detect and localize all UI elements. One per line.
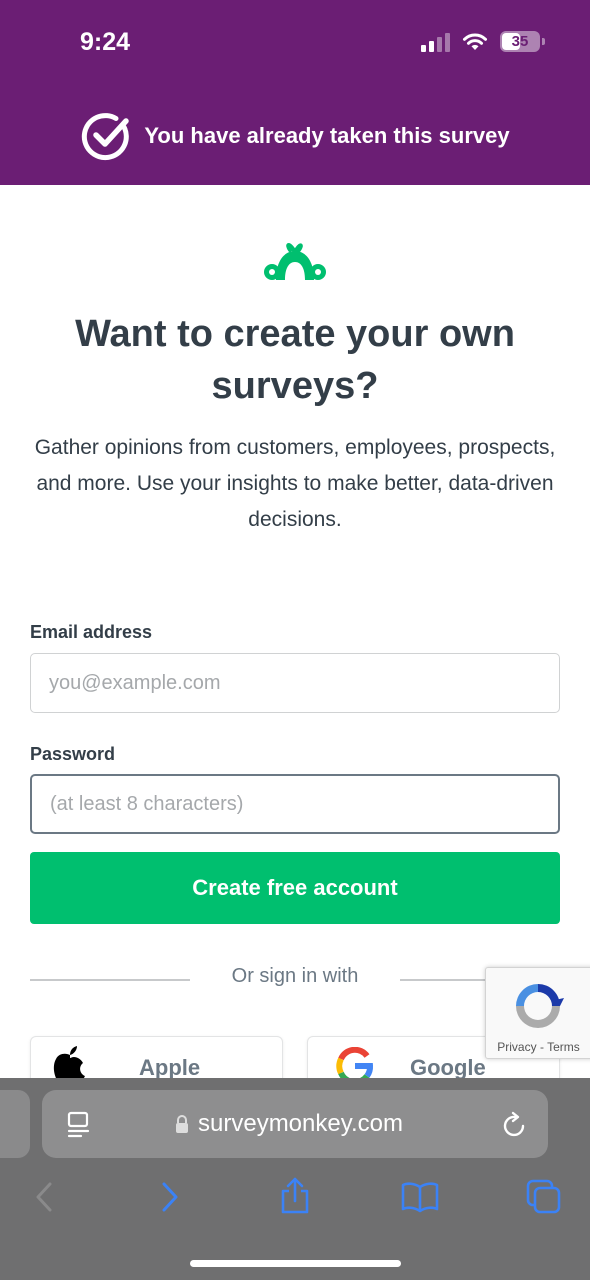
create-account-button[interactable]: Create free account [30, 852, 560, 924]
forward-icon[interactable] [158, 1180, 182, 1214]
reader-mode-icon[interactable] [66, 1111, 92, 1139]
email-label: Email address [30, 622, 153, 642]
address-bar[interactable]: surveymonkey.com [42, 1090, 548, 1158]
status-time: 9:24 [80, 28, 131, 56]
email-field[interactable] [30, 653, 560, 713]
password-label: Password [30, 744, 116, 764]
share-icon[interactable] [278, 1176, 312, 1216]
home-indicator [190, 1260, 401, 1267]
status-icons: 35 [421, 31, 545, 52]
tabs-icon[interactable] [524, 1178, 564, 1216]
sign-in-with-text: Or sign in with [231, 965, 359, 987]
recaptcha-privacy-link[interactable]: Privacy [497, 1040, 536, 1054]
divider-right [400, 979, 490, 981]
already-taken-banner: You have already taken this survey [0, 110, 590, 162]
recaptcha-links: Privacy - Terms [486, 1040, 590, 1054]
url-text: surveymonkey.com [198, 1110, 403, 1137]
safari-toolbar: surveymonkey.com [0, 1078, 590, 1280]
page-subtext: Gather opinions from customers, employee… [34, 436, 556, 531]
recaptcha-icon [516, 984, 564, 1028]
lock-icon [176, 1115, 188, 1133]
cellular-signal-icon [421, 32, 450, 52]
surveymonkey-logo-icon [264, 243, 326, 280]
battery-level: 35 [511, 33, 529, 50]
divider-left [30, 979, 190, 981]
survey-header: 9:24 35 You have already taken this surv… [0, 0, 590, 185]
page-headline: Want to create your own surveys? [75, 313, 515, 407]
back-icon[interactable] [32, 1180, 56, 1214]
reload-icon[interactable] [502, 1111, 528, 1139]
recaptcha-terms-link[interactable]: Terms [547, 1040, 580, 1054]
previous-tab-preview[interactable] [0, 1090, 30, 1158]
banner-text: You have already taken this survey [144, 123, 510, 148]
wifi-icon [463, 33, 487, 50]
recaptcha-separator: - [536, 1040, 548, 1054]
check-circle-icon [82, 113, 130, 161]
recaptcha-badge[interactable]: Privacy - Terms [485, 967, 590, 1059]
battery-icon: 35 [500, 31, 545, 52]
password-field[interactable] [30, 774, 560, 834]
bookmarks-icon[interactable] [400, 1180, 440, 1214]
